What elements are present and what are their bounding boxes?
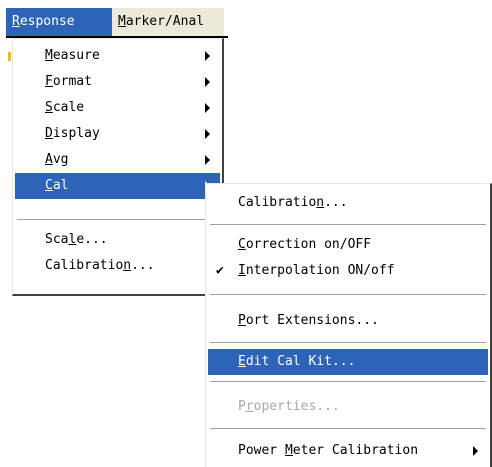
menu-item-calibration-dialog[interactable]: Calibration... <box>15 253 220 279</box>
submenu-arrow-icon <box>473 446 478 456</box>
menu-marker-analysis[interactable]: Marker/Anal <box>112 8 224 36</box>
menu-item-interpolation-toggle[interactable]: ✔ Interpolation ON/off <box>208 258 488 284</box>
trace-marker-fragment <box>8 52 11 61</box>
menu-item-avg[interactable]: Avg <box>15 147 220 173</box>
menu-item-display[interactable]: Display <box>15 121 220 147</box>
menu-item-cal[interactable]: Cal <box>15 173 220 199</box>
menu-response[interactable]: Response <box>6 8 114 36</box>
menu-bar: Response Marker/Anal <box>0 0 228 38</box>
menu-item-scale[interactable]: Scale <box>15 95 220 121</box>
menu-item-port-extensions[interactable]: Port Extensions... <box>208 308 488 334</box>
menu-separator <box>210 428 486 430</box>
menu-item-power-meter-calibration[interactable]: Power Meter Calibration <box>208 438 488 464</box>
menu-item-scale-dialog[interactable]: Scale... <box>15 227 220 253</box>
submenu-arrow-icon <box>205 103 210 113</box>
menu-item-measure[interactable]: Measure <box>15 43 220 69</box>
menu-separator <box>210 342 486 344</box>
menu-separator <box>210 224 486 226</box>
menu-separator <box>17 219 218 221</box>
menu-item-edit-cal-kit[interactable]: Edit Cal Kit... <box>208 349 488 375</box>
submenu-arrow-icon <box>205 155 210 165</box>
menu-separator <box>210 294 486 296</box>
cal-submenu: Calibration... Correction on/OFF ✔ Inter… <box>205 183 492 467</box>
response-dropdown-menu: Measure Format Scale Display Avg Cal Sca… <box>12 38 224 296</box>
menu-item-correction-toggle[interactable]: Correction on/OFF <box>208 232 488 258</box>
menu-item-format[interactable]: Format <box>15 69 220 95</box>
menu-item-calibration[interactable]: Calibration... <box>208 190 488 216</box>
submenu-arrow-icon <box>205 77 210 87</box>
menu-separator <box>210 381 486 383</box>
menu-item-properties: Properties... <box>238 399 340 414</box>
submenu-arrow-icon <box>205 51 210 61</box>
submenu-arrow-icon <box>205 129 210 139</box>
checkmark-icon: ✔ <box>216 263 224 278</box>
